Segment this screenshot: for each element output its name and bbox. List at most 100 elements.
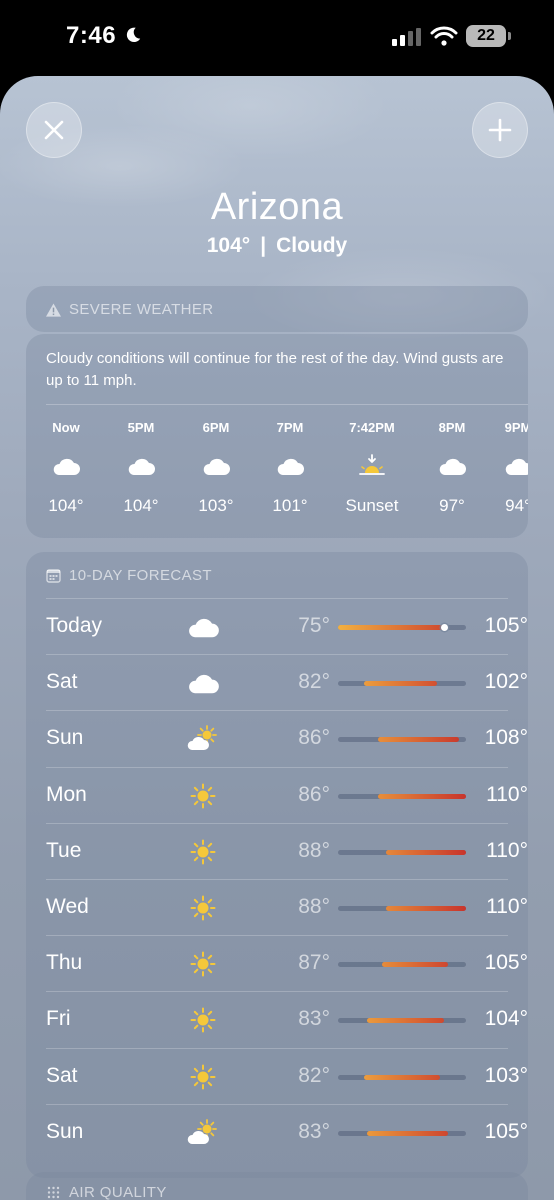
battery-indicator: 22 [466,25,511,47]
temperature-range-bar [338,624,466,631]
forecast-low: 75° [298,614,330,637]
status-time: 7:46 [66,22,117,49]
hour-label: 7PM [276,420,304,435]
status-bar: 7:46 22 [0,0,554,76]
hourly-item: 6PM 103° [178,414,254,516]
ten-day-forecast-card: 10-DAY FORECAST Today 75° 105° Sat 82° 102° Su… [26,552,528,1178]
forecast-day: Sat [46,670,78,694]
cloud-icon [480,444,528,488]
forecast-row[interactable]: Thu 87° 105° [46,935,528,991]
hourly-scroller[interactable]: Now 104° 5PM 104° 6PM 103° 7PM 101° 7:42PM Sunse… [26,414,528,534]
current-temperature: 104° [206,234,251,257]
hour-label: 6PM [202,420,230,435]
hourly-item: 5PM 104° [103,414,179,516]
forecast-day: Fri [46,1007,71,1031]
forecast-low: 86° [298,782,330,806]
forecast-row[interactable]: Tue 88° 110° [46,822,528,879]
forecast-day: Wed [46,895,89,918]
add-location-button[interactable] [472,102,528,158]
forecast-day: Today [46,614,103,637]
temperature-range-bar [338,681,466,687]
sun-icon [186,838,220,866]
air-quality-title: AIR QUALITY [69,1184,167,1200]
temperature-range-bar [338,849,466,855]
forecast-row[interactable]: Sun 83° 105° [46,1103,528,1160]
forecast-day: Sat [46,1063,78,1087]
hourly-item: 9PM 94° [480,414,528,516]
sun-icon [186,1063,220,1091]
forecast-low: 88° [298,895,330,918]
hourly-item: 8PM 97° [414,414,490,516]
temperature-range-fill [363,1074,441,1080]
cloud-icon [414,444,490,488]
forecast-title: 10-DAY FORECAST [69,567,212,584]
temperature-range-fill [378,737,459,743]
forecast-high: 104° [484,1007,528,1031]
hour-label: 5PM [127,420,155,435]
forecast-high: 105° [484,951,528,975]
close-button[interactable] [26,102,82,158]
forecast-row[interactable]: Sat 82° 103° [46,1047,528,1104]
current-condition: Cloudy [276,234,348,257]
temperature-range-fill [378,793,466,799]
cloud-icon [103,444,179,488]
cellular-signal-icon [392,28,421,46]
forecast-high: 103° [484,1063,528,1087]
temperature-range-bar [338,962,466,968]
temperature-range-fill [385,906,466,911]
forecast-day: Sun [46,726,84,750]
forecast-row[interactable]: Fri 83° 104° [46,991,528,1047]
forecast-high: 110° [486,782,528,806]
sun-icon [186,894,220,922]
forecast-high: 110° [486,895,528,918]
temperature-range-fill [338,625,448,630]
cloud-icon [186,669,220,697]
wifi-icon [430,26,458,46]
forecast-day: Thu [46,951,83,975]
partly-cloudy-icon [186,1118,220,1147]
hour-temperature: 104° [123,496,159,515]
hour-temperature: 103° [198,496,234,515]
hour-temperature: 94° [505,496,528,515]
city-name: Arizona [210,186,344,228]
hour-label: Now [52,420,80,435]
sun-icon [186,782,220,810]
hour-label: 7:42PM [349,420,395,435]
forecast-day: Sun [46,1119,84,1143]
hourly-item: 7PM 101° [252,414,328,516]
temperature-range-bar [338,1130,466,1136]
hour-label: 9PM [504,420,528,435]
hour-temperature: 104° [48,496,84,515]
forecast-day: Mon [46,782,87,806]
temperature-range-fill [381,962,448,968]
air-quality-icon [47,1186,60,1199]
current-temperature-dot [440,624,448,631]
temperature-range-bar [338,1018,466,1024]
hourly-forecast-card: Cloudy conditions will continue for the … [26,334,528,538]
hour-temperature: 101° [272,496,308,515]
weather-sheet: Arizona 104° | Cloudy SEVERE WEATHER Cloud… [0,76,554,1200]
severe-weather-description: Cloudy conditions will continue for the … [46,350,504,389]
sun-icon [186,1006,220,1034]
forecast-high: 102° [484,670,528,694]
plus-icon [488,118,512,142]
separator: | [260,234,267,257]
forecast-low: 86° [298,726,330,750]
hour-temperature: Sunset [345,496,399,515]
air-quality-card[interactable]: AIR QUALITY [26,1172,528,1200]
forecast-high: 110° [486,838,528,862]
cloud-icon [252,444,328,488]
forecast-row[interactable]: Wed 88° 110° [46,879,528,935]
forecast-row[interactable]: Sun 86° 108° [46,710,528,766]
forecast-row[interactable]: Today 75° 105° [46,598,528,654]
cloud-icon [178,444,254,488]
calendar-icon [46,569,61,583]
forecast-low: 82° [298,1063,330,1087]
hour-temperature: 97° [439,496,465,515]
severe-weather-header[interactable]: SEVERE WEATHER [26,286,528,332]
hour-label: 8PM [438,420,466,435]
forecast-row[interactable]: Sat 82° 102° [46,654,528,710]
forecast-row[interactable]: Mon 86° 110° [46,766,528,823]
forecast-low: 83° [298,1119,330,1143]
forecast-high: 105° [484,1119,528,1143]
